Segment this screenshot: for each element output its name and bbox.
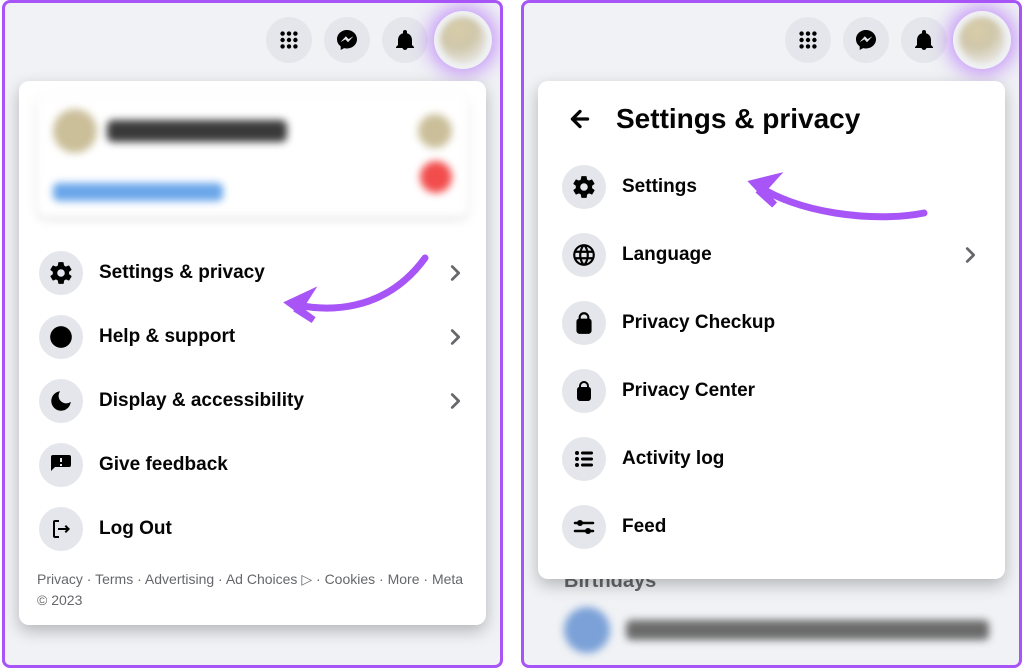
footer-adchoices[interactable]: Ad Choices ▷ — [226, 571, 312, 587]
footer-links: Privacy · Terms · Advertising · Ad Choic… — [33, 561, 472, 613]
account-menu: Settings & privacy Help & support Displa… — [19, 81, 486, 625]
feedback-icon — [39, 443, 83, 487]
screenshot-2: Birthdays Settings & privacy Settings — [521, 0, 1022, 668]
sliders-icon — [562, 505, 606, 549]
moon-icon — [39, 379, 83, 423]
menu-item-label: Activity log — [622, 448, 981, 470]
back-button[interactable] — [560, 99, 600, 139]
chevron-right-icon — [444, 326, 466, 348]
activity-log-item[interactable]: Activity log — [556, 425, 987, 493]
profile-card[interactable] — [37, 95, 468, 217]
lock-icon — [562, 369, 606, 413]
bell-icon[interactable] — [382, 17, 428, 63]
heart-lock-icon — [562, 301, 606, 345]
list-icon — [562, 437, 606, 481]
footer-advertising[interactable]: Advertising — [145, 571, 214, 587]
display-accessibility-item[interactable]: Display & accessibility — [33, 369, 472, 433]
chevron-right-icon — [444, 390, 466, 412]
privacy-checkup-item[interactable]: Privacy Checkup — [556, 289, 987, 357]
messenger-icon[interactable] — [324, 17, 370, 63]
header-icons — [266, 17, 486, 63]
logout-item[interactable]: Log Out — [33, 497, 472, 561]
messenger-icon[interactable] — [843, 17, 889, 63]
footer-cookies[interactable]: Cookies — [325, 571, 376, 587]
menu-item-label: Give feedback — [99, 454, 466, 476]
footer-more[interactable]: More — [388, 571, 420, 587]
question-icon — [39, 315, 83, 359]
profile-avatar-button[interactable] — [959, 17, 1005, 63]
privacy-center-item[interactable]: Privacy Center — [556, 357, 987, 425]
logout-icon — [39, 507, 83, 551]
menu-item-label: Feed — [622, 516, 981, 538]
menu-item-label: Privacy Checkup — [622, 312, 981, 334]
submenu-title: Settings & privacy — [616, 103, 860, 135]
gear-icon — [562, 165, 606, 209]
footer-terms[interactable]: Terms — [95, 571, 133, 587]
globe-icon — [562, 233, 606, 277]
settings-privacy-menu: Settings & privacy Settings Language — [538, 81, 1005, 579]
give-feedback-item[interactable]: Give feedback — [33, 433, 472, 497]
menu-item-label: Help & support — [99, 326, 428, 348]
adchoices-icon: ▷ — [301, 571, 312, 587]
menu-item-label: Settings & privacy — [99, 262, 428, 284]
menu-item-label: Privacy Center — [622, 380, 981, 402]
settings-item[interactable]: Settings — [556, 153, 987, 221]
screenshot-1: Settings & privacy Help & support Displa… — [2, 0, 503, 668]
footer-privacy[interactable]: Privacy — [37, 571, 83, 587]
menu-item-label: Log Out — [99, 518, 466, 540]
menu-item-label: Language — [622, 244, 943, 266]
menu-dots-icon[interactable] — [266, 17, 312, 63]
menu-item-label: Settings — [622, 176, 981, 198]
language-item[interactable]: Language — [556, 221, 987, 289]
settings-privacy-item[interactable]: Settings & privacy — [33, 241, 472, 305]
bell-icon[interactable] — [901, 17, 947, 63]
menu-item-label: Display & accessibility — [99, 390, 428, 412]
menu-dots-icon[interactable] — [785, 17, 831, 63]
behind-blurred-row — [564, 607, 989, 653]
help-support-item[interactable]: Help & support — [33, 305, 472, 369]
header-icons — [785, 17, 1005, 63]
gear-icon — [39, 251, 83, 295]
chevron-right-icon — [959, 244, 981, 266]
feed-item[interactable]: Feed — [556, 493, 987, 561]
chevron-right-icon — [444, 262, 466, 284]
profile-avatar-button[interactable] — [440, 17, 486, 63]
